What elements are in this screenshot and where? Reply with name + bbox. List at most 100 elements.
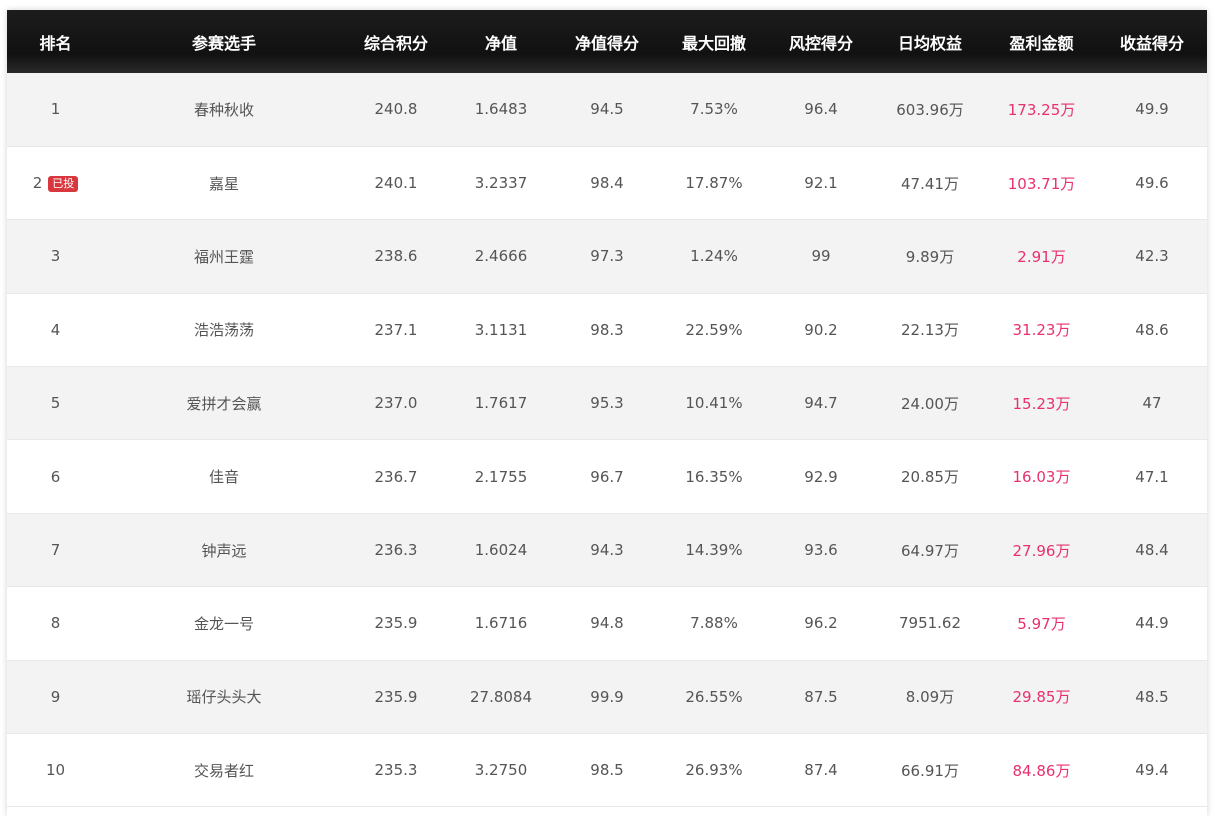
max-drawdown-cell: 10.41% — [660, 366, 768, 441]
table-header: 排名 参赛选手 综合积分 净值 净值得分 最大回撤 风控得分 日均权益 盈利金额… — [7, 10, 1207, 73]
max-drawdown-cell: 7.53% — [660, 73, 768, 147]
table-row[interactable]: 9 瑶仔头头大 235.9 27.8084 99.9 26.55% 87.5 8.09万 29.… — [7, 660, 1207, 735]
nav-score-cell: 94.8 — [554, 586, 660, 661]
header-profit[interactable]: 盈利金额 — [986, 10, 1097, 73]
total-score-cell: 240.1 — [344, 146, 448, 221]
profit-cell: 29.85万 — [986, 660, 1097, 735]
header-nav[interactable]: 净值 — [448, 10, 554, 73]
total-score-cell: 236.3 — [344, 513, 448, 588]
profit-cell: 5.97万 — [986, 586, 1097, 661]
return-score-cell: 49.6 — [1097, 146, 1207, 221]
total-score-cell: 235.9 — [344, 660, 448, 735]
daily-equity-cell: 64.97万 — [874, 513, 986, 588]
return-score-cell: 48.6 — [1097, 293, 1207, 368]
daily-equity-cell: 22.13万 — [874, 293, 986, 368]
rank-cell: 6 — [7, 439, 104, 514]
invested-badge: 已投 — [48, 176, 79, 193]
table-row[interactable]: 10 交易者红 235.3 3.2750 98.5 26.93% 87.4 66.91万 84.… — [7, 733, 1207, 808]
rank-value: 6 — [50, 467, 61, 486]
table-row[interactable]: 4 浩浩荡荡 237.1 3.1131 98.3 22.59% 90.2 22.13万 31.2… — [7, 293, 1207, 368]
risk-score-cell: 92.1 — [768, 146, 874, 221]
rank-cell: 10 — [7, 733, 104, 808]
ranking-table-container: 排名 参赛选手 综合积分 净值 净值得分 最大回撤 风控得分 日均权益 盈利金额… — [7, 10, 1207, 816]
header-risk-score[interactable]: 风控得分 — [768, 10, 874, 73]
risk-score-cell: 99 — [768, 219, 874, 294]
header-player[interactable]: 参赛选手 — [104, 10, 344, 73]
header-return-score[interactable]: 收益得分 — [1097, 10, 1207, 73]
nav-cell: 1.7617 — [448, 366, 554, 441]
max-drawdown-cell: 26.93% — [660, 733, 768, 808]
return-score-cell: 49.4 — [1097, 733, 1207, 808]
rank-value: 7 — [50, 541, 61, 560]
nav-score-cell: 95.3 — [554, 366, 660, 441]
rank-value: 10 — [45, 761, 66, 780]
profit-cell: 84.86万 — [986, 733, 1097, 808]
player-name-cell: 金龙一号 — [104, 586, 344, 661]
nav-score-cell: 99.9 — [554, 660, 660, 735]
table-row[interactable]: 8 金龙一号 235.9 1.6716 94.8 7.88% 96.2 7951.62 5.97… — [7, 586, 1207, 661]
daily-equity-cell: 7951.62 — [874, 586, 986, 661]
nav-score-cell: 98.3 — [554, 293, 660, 368]
max-drawdown-cell: 16.35% — [660, 439, 768, 514]
daily-equity-cell: 8.09万 — [874, 660, 986, 735]
table-row[interactable]: 6 佳音 236.7 2.1755 96.7 16.35% 92.9 20.85万 16.03万… — [7, 439, 1207, 514]
header-daily-equity[interactable]: 日均权益 — [874, 10, 986, 73]
header-max-drawdown[interactable]: 最大回撤 — [660, 10, 768, 73]
nav-cell: 3.2750 — [448, 733, 554, 808]
rank-cell: 5 — [7, 366, 104, 441]
max-drawdown-cell: 14.39% — [660, 513, 768, 588]
table-row[interactable]: 3 福州王霆 238.6 2.4666 97.3 1.24% 99 9.89万 2.91万 42.… — [7, 219, 1207, 294]
profit-cell: 103.71万 — [986, 146, 1097, 221]
return-score-cell: 42.3 — [1097, 219, 1207, 294]
header-total-score[interactable]: 综合积分 — [344, 10, 448, 73]
header-row: 排名 参赛选手 综合积分 净值 净值得分 最大回撤 风控得分 日均权益 盈利金额… — [7, 10, 1207, 73]
nav-score-cell: 97.3 — [554, 219, 660, 294]
profit-cell: 173.25万 — [986, 73, 1097, 147]
table-row[interactable]: 7 钟声远 236.3 1.6024 94.3 14.39% 93.6 64.97万 27.96… — [7, 513, 1207, 588]
player-name-cell: 春种秋收 — [104, 73, 344, 147]
total-score-cell: 240.8 — [344, 73, 448, 147]
rank-cell: 4 — [7, 293, 104, 368]
profit-cell: 15.23万 — [986, 366, 1097, 441]
total-score-cell: 238.6 — [344, 219, 448, 294]
total-score-cell: 237.1 — [344, 293, 448, 368]
header-rank[interactable]: 排名 — [7, 10, 104, 73]
table-row[interactable]: 1 春种秋收 240.8 1.6483 94.5 7.53% 96.4 603.96万 173.… — [7, 73, 1207, 147]
ranking-table: 排名 参赛选手 综合积分 净值 净值得分 最大回撤 风控得分 日均权益 盈利金额… — [7, 10, 1207, 808]
table-row[interactable]: 2 已投 嘉星 240.1 3.2337 98.4 17.87% 92.1 47.41万 103.… — [7, 146, 1207, 221]
rank-cell: 1 — [7, 73, 104, 147]
rank-value: 8 — [50, 614, 61, 633]
player-name-cell: 福州王霆 — [104, 219, 344, 294]
nav-cell: 1.6483 — [448, 73, 554, 147]
player-name-cell: 嘉星 — [104, 146, 344, 221]
table-row[interactable]: 5 爱拼才会赢 237.0 1.7617 95.3 10.41% 94.7 24.00万 15.… — [7, 366, 1207, 441]
table-body: 1 春种秋收 240.8 1.6483 94.5 7.53% 96.4 603.96万 173.… — [7, 73, 1207, 808]
rank-value: 1 — [50, 100, 61, 119]
rank-cell: 8 — [7, 586, 104, 661]
rank-cell: 2 已投 — [7, 146, 104, 221]
total-score-cell: 236.7 — [344, 439, 448, 514]
rank-value: 2 — [32, 174, 43, 193]
risk-score-cell: 96.2 — [768, 586, 874, 661]
rank-value: 4 — [50, 320, 61, 339]
nav-score-cell: 98.4 — [554, 146, 660, 221]
rank-cell: 9 — [7, 660, 104, 735]
daily-equity-cell: 9.89万 — [874, 219, 986, 294]
max-drawdown-cell: 17.87% — [660, 146, 768, 221]
risk-score-cell: 94.7 — [768, 366, 874, 441]
player-name-cell: 瑶仔头头大 — [104, 660, 344, 735]
nav-score-cell: 98.5 — [554, 733, 660, 808]
daily-equity-cell: 603.96万 — [874, 73, 986, 147]
nav-cell: 27.8084 — [448, 660, 554, 735]
player-name-cell: 浩浩荡荡 — [104, 293, 344, 368]
profit-cell: 16.03万 — [986, 439, 1097, 514]
max-drawdown-cell: 1.24% — [660, 219, 768, 294]
nav-cell: 1.6024 — [448, 513, 554, 588]
risk-score-cell: 96.4 — [768, 73, 874, 147]
nav-score-cell: 94.5 — [554, 73, 660, 147]
header-nav-score[interactable]: 净值得分 — [554, 10, 660, 73]
rank-cell: 3 — [7, 219, 104, 294]
profit-cell: 27.96万 — [986, 513, 1097, 588]
profit-cell: 31.23万 — [986, 293, 1097, 368]
rank-cell: 7 — [7, 513, 104, 588]
